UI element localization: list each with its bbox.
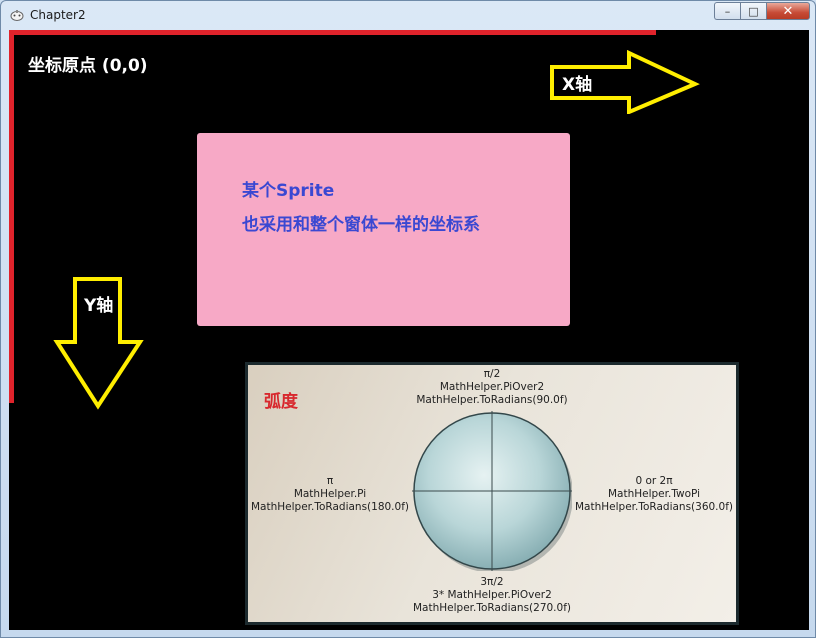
- label-three-pi-over-2-symbol: 3π/2: [480, 576, 504, 588]
- x-axis-label: X轴: [562, 75, 593, 95]
- label-two-pi-radians: MathHelper.ToRadians(360.0f): [575, 501, 733, 513]
- minimize-icon: –: [724, 4, 731, 18]
- label-three-pi-over-2-radians: MathHelper.ToRadians(270.0f): [413, 602, 571, 614]
- maximize-button[interactable]: □: [740, 2, 766, 20]
- label-two-pi-symbol: 0 or 2π: [635, 475, 673, 487]
- y-axis-label: Y轴: [84, 296, 114, 316]
- close-icon: ✕: [782, 3, 794, 19]
- label-pi-radians: MathHelper.ToRadians(180.0f): [251, 501, 409, 513]
- label-three-pi-over-2: 3π/2 3* MathHelper.PiOver2 MathHelper.To…: [392, 576, 592, 615]
- label-pi: π MathHelper.Pi MathHelper.ToRadians(180…: [250, 475, 410, 514]
- sprite-description: 也采用和整个窗体一样的坐标系: [242, 215, 480, 235]
- window-title: Chapter2: [30, 8, 86, 22]
- window-controls: – □ ✕: [714, 2, 810, 21]
- label-pi-symbol: π: [326, 475, 334, 487]
- radians-diagram: 弧度 π/2 MathHelper.PiOver2 MathHelper.ToR…: [245, 362, 739, 625]
- radians-title: 弧度: [264, 392, 298, 412]
- label-two-pi-constant: MathHelper.TwoPi: [607, 488, 701, 500]
- sprite-box: 某个Sprite 也采用和整个窗体一样的坐标系: [197, 133, 570, 326]
- label-pi-over-2-symbol: π/2: [483, 368, 501, 380]
- label-pi-over-2-constant: MathHelper.PiOver2: [439, 381, 545, 393]
- x-axis-line: [9, 30, 656, 35]
- application-window: Chapter2 – □ ✕ 坐标原点 (0,0) X轴 Y轴 某个Sprite…: [0, 0, 816, 638]
- minimize-button[interactable]: –: [714, 2, 740, 20]
- unit-circle: [412, 411, 572, 571]
- close-button[interactable]: ✕: [766, 2, 810, 20]
- app-icon: [10, 10, 24, 21]
- y-axis-line: [9, 30, 14, 403]
- label-two-pi: 0 or 2π MathHelper.TwoPi MathHelper.ToRa…: [574, 475, 734, 514]
- title-bar[interactable]: Chapter2 – □ ✕: [1, 1, 816, 29]
- sprite-title: 某个Sprite: [242, 181, 335, 201]
- game-canvas: 坐标原点 (0,0) X轴 Y轴 某个Sprite 也采用和整个窗体一样的坐标系…: [9, 30, 809, 630]
- label-pi-constant: MathHelper.Pi: [293, 488, 367, 500]
- label-three-pi-over-2-constant: 3* MathHelper.PiOver2: [432, 589, 552, 601]
- label-pi-over-2-radians: MathHelper.ToRadians(90.0f): [416, 394, 568, 406]
- label-pi-over-2: π/2 MathHelper.PiOver2 MathHelper.ToRadi…: [392, 368, 592, 407]
- origin-label: 坐标原点 (0,0): [28, 56, 148, 76]
- maximize-icon: □: [748, 4, 759, 18]
